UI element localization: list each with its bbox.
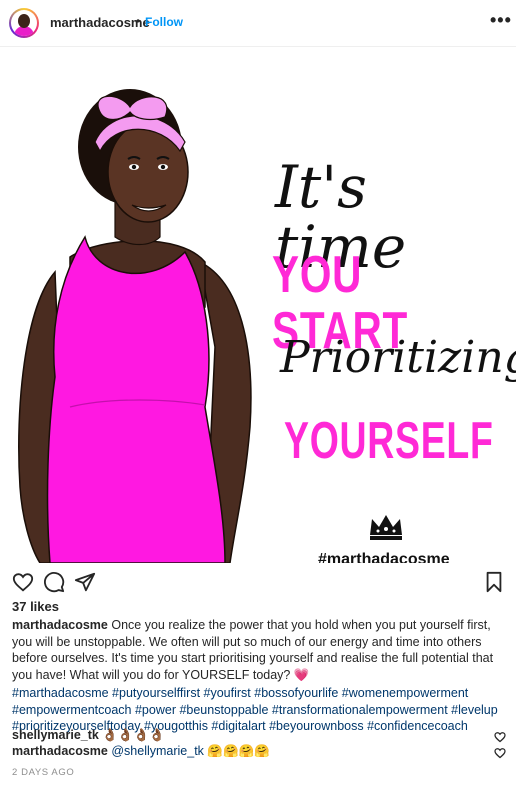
likes-count[interactable]: 37 likes <box>12 599 59 614</box>
post-header: marthadacosme • Follow ••• <box>0 0 516 47</box>
more-options-icon[interactable]: ••• <box>490 10 512 31</box>
art-hashtag: #marthadacosme <box>318 551 450 563</box>
comment-username[interactable]: shellymarie_tk <box>12 728 99 742</box>
comment-text: 🤗🤗🤗🤗 <box>203 744 270 758</box>
comment-row: marthadacosme @shellymarie_tk 🤗🤗🤗🤗 <box>12 744 270 759</box>
share-icon[interactable] <box>74 571 96 593</box>
art-line-prioritizing: Prioritizing <box>280 332 516 383</box>
action-bar <box>0 563 516 603</box>
woman-illustration <box>18 89 252 563</box>
avatar-image <box>11 10 37 36</box>
post-caption: marthadacosme Once you realize the power… <box>12 617 507 683</box>
hashtags-line[interactable]: #marthadacosme #putyourselffirst #youfir… <box>12 685 507 702</box>
comment-like-heart-icon[interactable] <box>494 731 506 743</box>
comment-icon[interactable] <box>43 571 65 593</box>
comment-like-heart-icon[interactable] <box>494 747 506 759</box>
username-link[interactable]: marthadacosme <box>50 15 150 30</box>
post-date[interactable]: 2 DAYS AGO <box>12 767 74 778</box>
hashtags-line[interactable]: #empowermentcoach #power #beunstoppable … <box>12 702 507 719</box>
separator-dot: • <box>136 14 141 28</box>
like-heart-icon[interactable] <box>12 571 34 593</box>
comment-mention[interactable]: @shellymarie_tk <box>108 744 204 758</box>
follow-button[interactable]: Follow <box>145 15 183 29</box>
avatar[interactable] <box>9 8 39 38</box>
crown-icon <box>370 515 402 540</box>
save-bookmark-icon[interactable] <box>484 571 504 593</box>
comment-text: 👌🏾👌🏾👌🏾👌🏾 <box>98 728 165 742</box>
caption-username[interactable]: marthadacosme <box>12 618 108 632</box>
post-image[interactable]: It's time YOU START Prioritizing YOURSEL… <box>0 47 516 563</box>
comment-username[interactable]: marthadacosme <box>12 744 108 758</box>
art-line-yourself: YOURSELF <box>284 412 494 470</box>
comment-row: shellymarie_tk 👌🏾👌🏾👌🏾👌🏾 <box>12 728 165 743</box>
